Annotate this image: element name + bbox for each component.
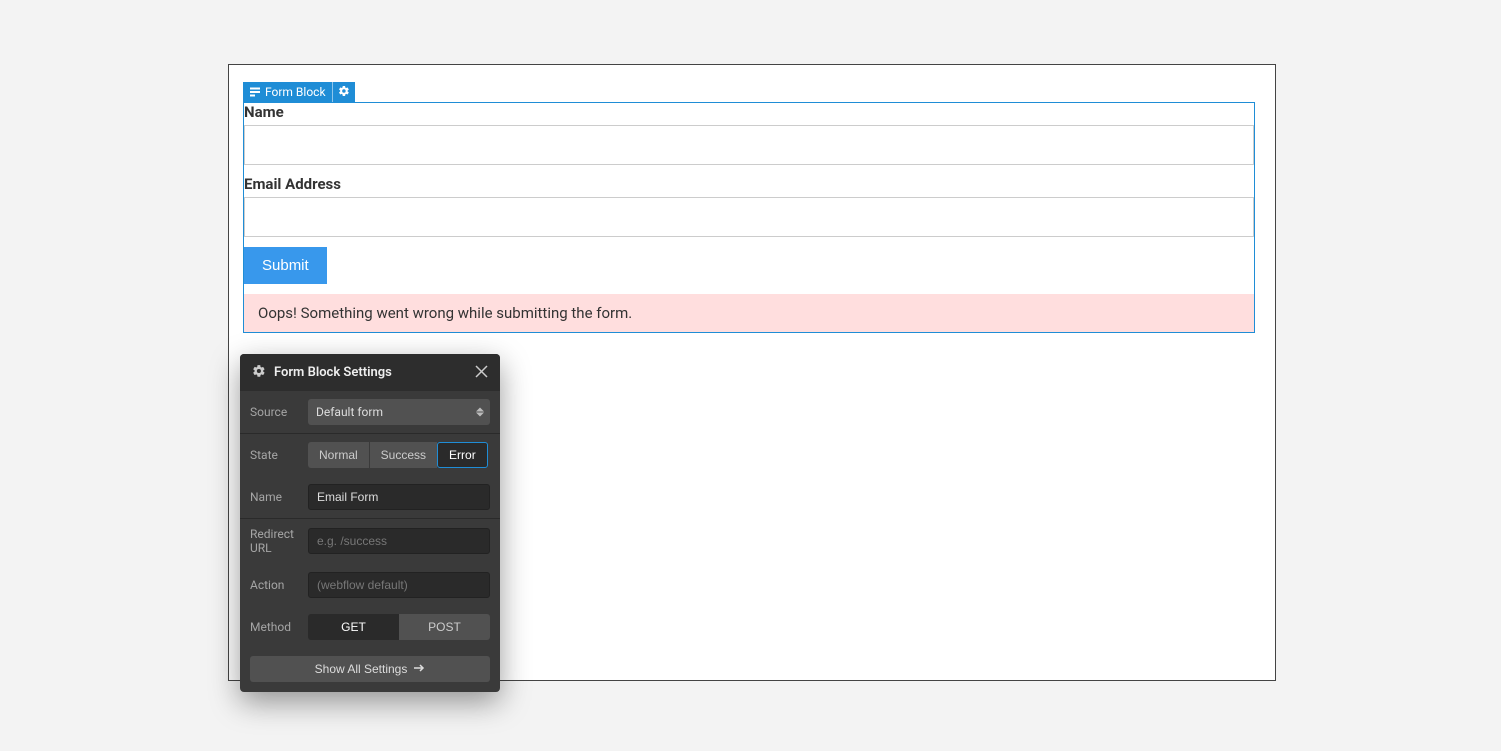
close-button[interactable]	[475, 365, 488, 381]
state-segmented-control: Normal Success Error	[308, 442, 490, 468]
action-input[interactable]	[308, 572, 490, 598]
block-tag-label: Form Block	[265, 85, 326, 99]
gear-icon	[252, 364, 266, 381]
form-block-selected[interactable]: Name Email Address Submit Oops! Somethin…	[243, 102, 1255, 333]
form-block-settings-panel: Form Block Settings Source Default form	[240, 354, 500, 692]
redirect-url-input[interactable]	[308, 528, 490, 554]
name-field-label: Name	[244, 103, 1254, 125]
form-error-message: Oops! Something went wrong while submitt…	[244, 294, 1254, 332]
show-all-settings-button[interactable]: Show All Settings	[250, 656, 490, 682]
close-icon	[475, 367, 488, 381]
form-block-icon	[249, 86, 261, 98]
name-input[interactable]	[244, 125, 1254, 165]
form-block-tag[interactable]: Form Block	[243, 82, 332, 102]
method-row: Method GET POST	[240, 606, 500, 648]
submit-button[interactable]: Submit	[244, 247, 327, 284]
form-name-input[interactable]	[308, 484, 490, 510]
method-option-post[interactable]: POST	[399, 614, 490, 640]
redirect-row: Redirect URL	[240, 519, 500, 564]
gear-icon	[338, 85, 350, 100]
state-option-error[interactable]: Error	[437, 442, 488, 468]
arrow-right-icon	[413, 662, 425, 676]
source-row: Source Default form	[240, 391, 500, 433]
name-settings-label: Name	[250, 490, 300, 504]
source-select[interactable]: Default form	[308, 399, 490, 425]
block-tag-settings-button[interactable]	[332, 82, 355, 102]
form-block-container: Form Block Name Email Address Sub	[243, 82, 1255, 333]
state-row: State Normal Success Error	[240, 434, 500, 476]
state-option-normal[interactable]: Normal	[308, 442, 369, 468]
redirect-label: Redirect URL	[250, 527, 300, 556]
source-label: Source	[250, 405, 300, 419]
settings-panel-title: Form Block Settings	[274, 365, 392, 380]
method-label: Method	[250, 620, 300, 634]
method-segmented-control: GET POST	[308, 614, 490, 640]
select-chevrons-icon	[476, 408, 484, 417]
submit-button-label: Submit	[262, 257, 309, 274]
action-row: Action	[240, 564, 500, 606]
method-option-get[interactable]: GET	[308, 614, 399, 640]
settings-panel-header: Form Block Settings	[240, 354, 500, 391]
name-row: Name	[240, 476, 500, 518]
email-field-label: Email Address	[244, 175, 1254, 197]
state-label: State	[250, 448, 300, 462]
show-all-settings-label: Show All Settings	[315, 662, 408, 676]
source-select-value: Default form	[316, 405, 383, 419]
block-selector-tag: Form Block	[243, 82, 355, 102]
email-input[interactable]	[244, 197, 1254, 237]
action-label: Action	[250, 578, 300, 592]
state-option-success[interactable]: Success	[369, 442, 437, 468]
